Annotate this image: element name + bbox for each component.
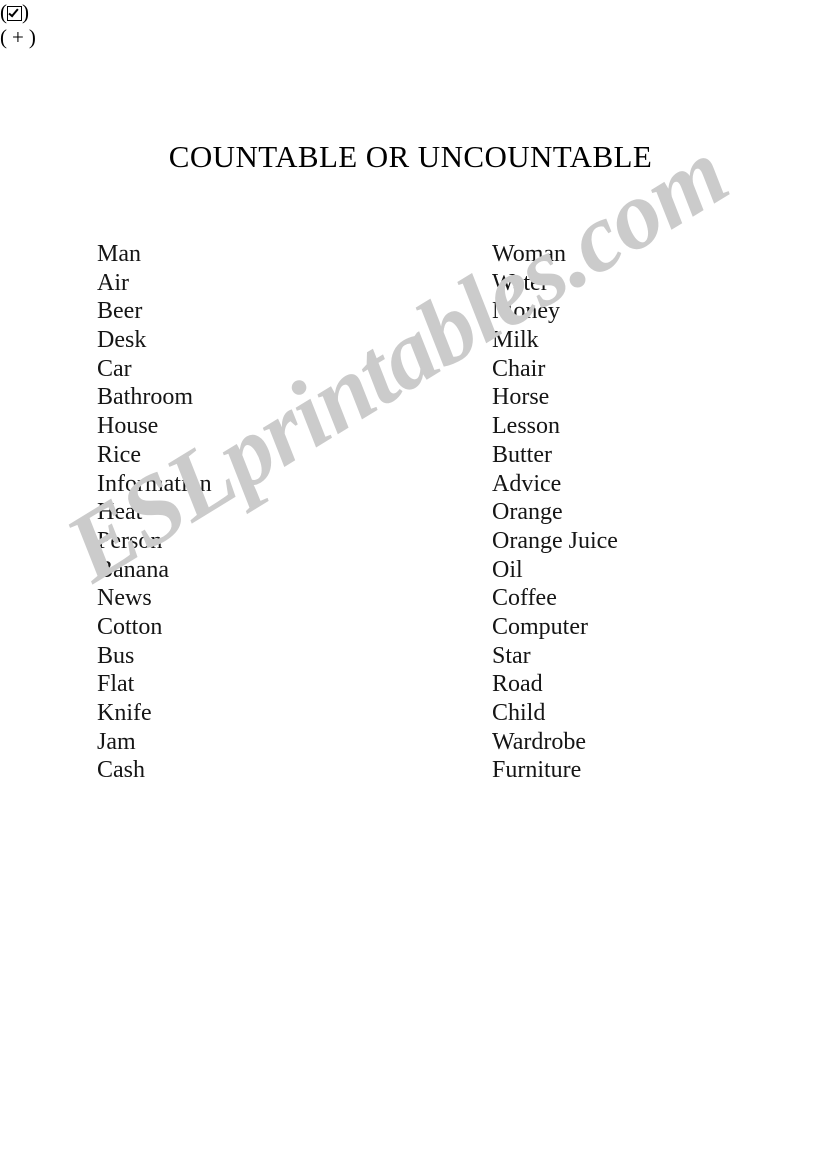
- worksheet-page: COUNTABLE OR UNCOUNTABLE () (+) Man Air Be…: [0, 0, 821, 1169]
- word-item: Money: [492, 298, 560, 325]
- word-item: Bus: [97, 642, 135, 669]
- word-item: Orange: [492, 499, 563, 526]
- marker-close-paren: ): [22, 0, 29, 24]
- word-item: News: [97, 585, 152, 612]
- uncountable-word-column: Woman Water Money Milk Chair Horse Lesson Butte…: [492, 240, 792, 785]
- word-item: Car: [97, 355, 132, 382]
- word-item: Banana: [97, 556, 169, 583]
- word-item: Milk: [492, 327, 539, 354]
- word-item: Horse: [492, 384, 550, 411]
- checkbox-checked-icon: [7, 6, 22, 21]
- word-item: Cash: [97, 757, 145, 784]
- marker-close-paren: ): [28, 25, 36, 49]
- word-item: Chair: [492, 355, 546, 382]
- word-item: Beer: [97, 298, 143, 325]
- worksheet-header: COUNTABLE OR UNCOUNTABLE () (+): [0, 0, 821, 174]
- marker-open-paren: (: [0, 0, 7, 24]
- page-title: COUNTABLE OR UNCOUNTABLE: [168, 139, 653, 174]
- word-item: Star: [492, 642, 531, 669]
- word-item: Person: [97, 527, 163, 554]
- word-item: Heat: [97, 499, 143, 526]
- word-item: Butter: [492, 441, 552, 468]
- word-item: Oil: [492, 556, 523, 583]
- word-item: Orange Juice: [492, 527, 618, 554]
- word-item: Man: [97, 241, 141, 267]
- word-item: Lesson: [492, 413, 560, 440]
- word-item: Rice: [97, 441, 141, 468]
- word-item: Road: [492, 671, 543, 698]
- word-item: Bathroom: [97, 384, 193, 411]
- word-item: Coffee: [492, 585, 557, 612]
- word-item: Child: [492, 700, 546, 726]
- word-item: Flat: [97, 671, 135, 698]
- word-item: Advice: [492, 470, 562, 497]
- word-item: Desk: [97, 327, 147, 354]
- word-item: Water: [492, 269, 549, 296]
- word-item: Information: [97, 470, 212, 497]
- word-item: Knife: [97, 700, 152, 726]
- word-item: Jam: [97, 728, 136, 755]
- word-item: Furniture: [492, 757, 582, 784]
- word-item: Air: [97, 269, 129, 296]
- plus-icon: +: [12, 25, 24, 49]
- uncountable-column-marker: (+): [0, 25, 200, 50]
- countable-column-marker: (): [0, 0, 200, 25]
- word-item: Computer: [492, 613, 588, 640]
- countable-word-column: Man Air Beer Desk Car Bathroom House Rice Inform…: [97, 240, 457, 785]
- marker-open-paren: (: [0, 25, 7, 49]
- word-item: House: [97, 413, 159, 440]
- word-item: Cotton: [97, 613, 163, 640]
- word-item: Woman: [492, 241, 567, 267]
- word-item: Wardrobe: [492, 728, 587, 755]
